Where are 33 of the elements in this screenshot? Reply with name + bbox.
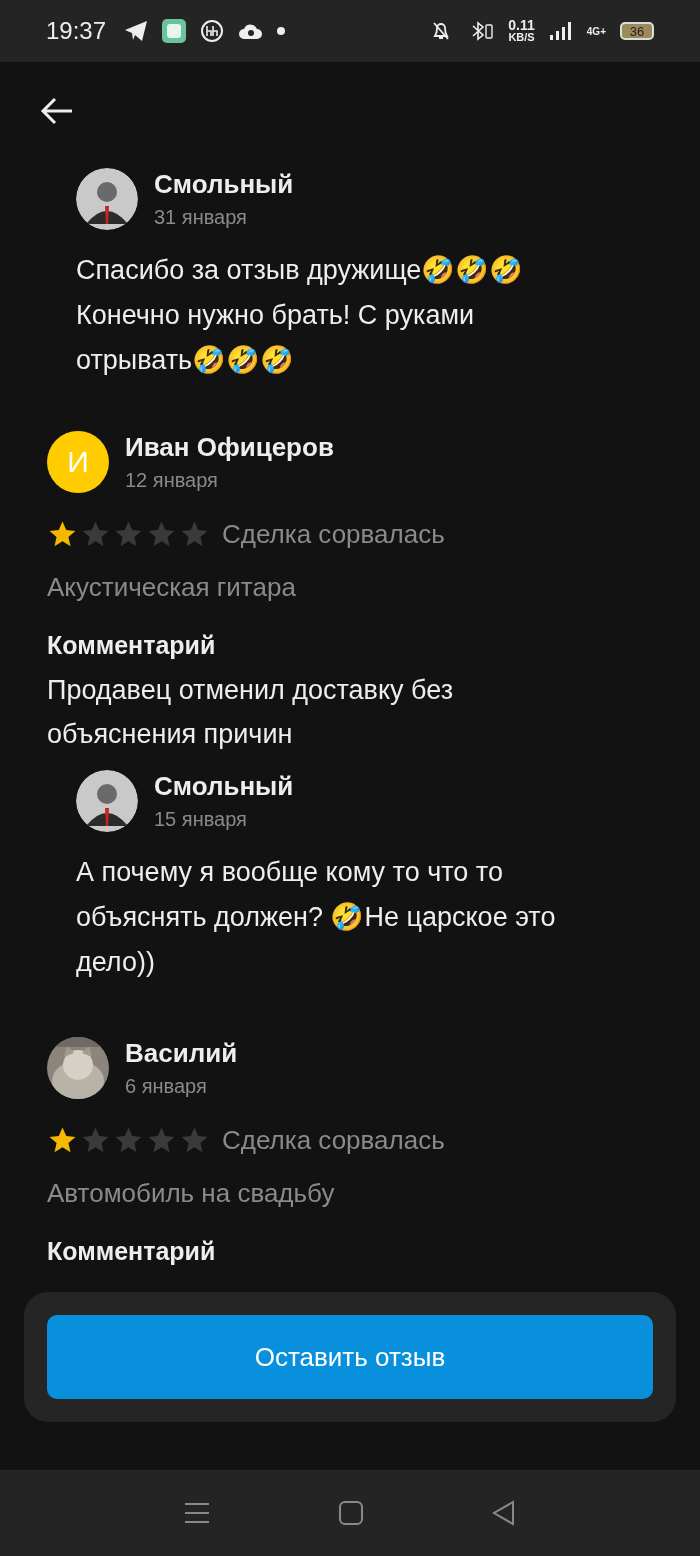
deal-status: Сделка сорвалась	[222, 519, 445, 550]
paper-plane-icon	[124, 20, 149, 42]
item-title: Акустическая гитара	[47, 572, 297, 603]
back-icon[interactable]	[490, 1500, 517, 1526]
avatar: И	[47, 431, 109, 493]
avatar-icon	[76, 168, 138, 230]
author-name: Смольный	[154, 771, 294, 802]
author-name: Иван Офицеров	[125, 432, 334, 463]
app-icon	[162, 19, 187, 43]
reply-text: А почему я вообще кому то что то объяснять должен? 🤣Не царское это дело))	[76, 856, 557, 979]
review-date: 6 января	[125, 1075, 208, 1098]
battery-level: 36	[620, 22, 654, 40]
signal-icon	[548, 21, 573, 41]
author-name: Смольный	[154, 169, 294, 200]
item-title: Автомобиль на свадьбу	[47, 1178, 336, 1209]
comment-label: Комментарий	[47, 1237, 217, 1266]
reply-text: Спасибо за отзыв дружище🤣🤣🤣 Конечно нужно брать! С руками отрывать🤣🤣🤣	[76, 254, 525, 377]
leave-review-button[interactable]: Оставить отзыв	[47, 1315, 653, 1399]
bluetooth-icon	[470, 20, 495, 42]
menu-icon[interactable]	[183, 1501, 212, 1525]
deal-status: Сделка сорвалась	[222, 1125, 445, 1156]
home-icon[interactable]	[338, 1500, 364, 1526]
network-type: 4G+	[586, 25, 606, 37]
status-time: 19:37	[46, 17, 107, 45]
network-speed: 0.11 KB/S	[508, 19, 535, 43]
comment-text: Продавец отменил доставку без объяснения причин	[47, 674, 455, 751]
comment-label: Комментарий	[47, 631, 217, 660]
avatar-icon	[76, 770, 138, 832]
review-date: 31 января	[154, 206, 248, 229]
dot-icon	[276, 26, 287, 36]
review-date: 12 января	[125, 469, 219, 492]
review-date: 15 января	[154, 808, 248, 831]
author-name: Василий	[125, 1038, 238, 1069]
